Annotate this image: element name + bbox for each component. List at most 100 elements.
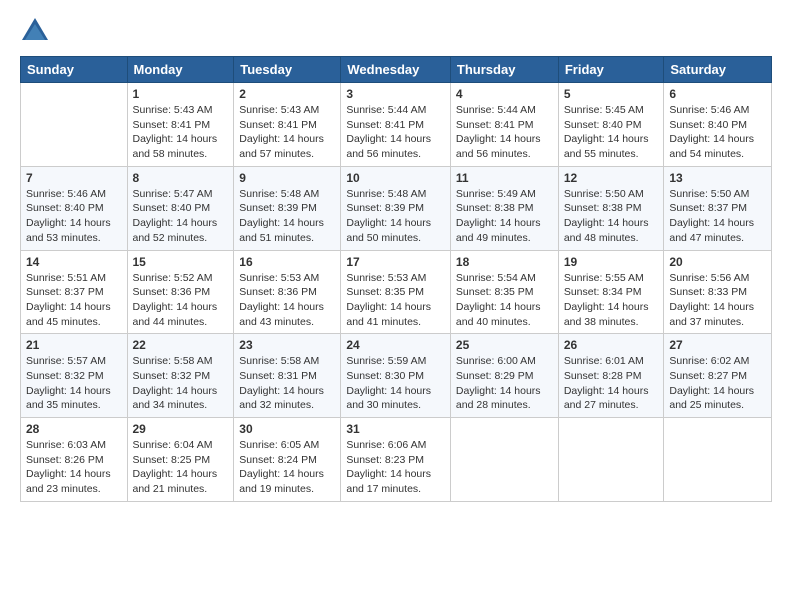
day-info: Sunrise: 5:56 AM Sunset: 8:33 PM Dayligh… [669, 271, 766, 330]
day-info: Sunrise: 6:02 AM Sunset: 8:27 PM Dayligh… [669, 354, 766, 413]
day-info: Sunrise: 5:46 AM Sunset: 8:40 PM Dayligh… [26, 187, 122, 246]
day-info: Sunrise: 5:58 AM Sunset: 8:32 PM Dayligh… [133, 354, 229, 413]
calendar-cell: 24 Sunrise: 5:59 AM Sunset: 8:30 PM Dayli… [341, 334, 451, 418]
day-info: Sunrise: 5:57 AM Sunset: 8:32 PM Dayligh… [26, 354, 122, 413]
day-number: 20 [669, 255, 766, 269]
calendar-cell: 21 Sunrise: 5:57 AM Sunset: 8:32 PM Dayli… [21, 334, 128, 418]
day-number: 26 [564, 338, 659, 352]
day-info: Sunrise: 5:53 AM Sunset: 8:35 PM Dayligh… [346, 271, 445, 330]
calendar-cell: 20 Sunrise: 5:56 AM Sunset: 8:33 PM Dayli… [664, 250, 772, 334]
day-info: Sunrise: 6:04 AM Sunset: 8:25 PM Dayligh… [133, 438, 229, 497]
day-info: Sunrise: 5:48 AM Sunset: 8:39 PM Dayligh… [239, 187, 335, 246]
day-number: 22 [133, 338, 229, 352]
calendar-cell: 26Sunrise: 6:01 AM Sunset: 8:28 PM Dayli… [558, 334, 664, 418]
calendar-cell: 16Sunrise: 5:53 AM Sunset: 8:36 PM Dayli… [234, 250, 341, 334]
calendar-cell [21, 83, 128, 167]
calendar-week-row: 7 Sunrise: 5:46 AM Sunset: 8:40 PM Daylig… [21, 166, 772, 250]
calendar-cell: 25Sunrise: 6:00 AM Sunset: 8:29 PM Dayli… [450, 334, 558, 418]
calendar-week-row: 21 Sunrise: 5:57 AM Sunset: 8:32 PM Dayli… [21, 334, 772, 418]
day-info: Sunrise: 5:47 AM Sunset: 8:40 PM Dayligh… [133, 187, 229, 246]
day-number: 29 [133, 422, 229, 436]
day-number: 27 [669, 338, 766, 352]
day-number: 16 [239, 255, 335, 269]
day-info: Sunrise: 5:46 AM Sunset: 8:40 PM Dayligh… [669, 103, 766, 162]
calendar-cell: 1 Sunrise: 5:43 AM Sunset: 8:41 PM Daylig… [127, 83, 234, 167]
calendar-cell: 15 Sunrise: 5:52 AM Sunset: 8:36 PM Dayli… [127, 250, 234, 334]
calendar-cell: 22 Sunrise: 5:58 AM Sunset: 8:32 PM Dayli… [127, 334, 234, 418]
day-info: Sunrise: 6:03 AM Sunset: 8:26 PM Dayligh… [26, 438, 122, 497]
day-info: Sunrise: 6:06 AM Sunset: 8:23 PM Dayligh… [346, 438, 445, 497]
calendar-cell: 2 Sunrise: 5:43 AM Sunset: 8:41 PM Daylig… [234, 83, 341, 167]
day-info: Sunrise: 5:45 AM Sunset: 8:40 PM Dayligh… [564, 103, 659, 162]
header [20, 16, 772, 46]
calendar-cell: 7 Sunrise: 5:46 AM Sunset: 8:40 PM Daylig… [21, 166, 128, 250]
calendar-cell: 11Sunrise: 5:49 AM Sunset: 8:38 PM Dayli… [450, 166, 558, 250]
day-info: Sunrise: 5:43 AM Sunset: 8:41 PM Dayligh… [239, 103, 335, 162]
day-number: 1 [133, 87, 229, 101]
day-info: Sunrise: 5:58 AM Sunset: 8:31 PM Dayligh… [239, 354, 335, 413]
day-number: 23 [239, 338, 335, 352]
calendar-cell: 12Sunrise: 5:50 AM Sunset: 8:38 PM Dayli… [558, 166, 664, 250]
day-number: 18 [456, 255, 553, 269]
calendar-cell: 3 Sunrise: 5:44 AM Sunset: 8:41 PM Daylig… [341, 83, 451, 167]
calendar-cell: 27 Sunrise: 6:02 AM Sunset: 8:27 PM Dayli… [664, 334, 772, 418]
calendar-week-row: 14 Sunrise: 5:51 AM Sunset: 8:37 PM Dayli… [21, 250, 772, 334]
calendar-cell: 4 Sunrise: 5:44 AM Sunset: 8:41 PM Daylig… [450, 83, 558, 167]
day-number: 5 [564, 87, 659, 101]
calendar-cell: 23 Sunrise: 5:58 AM Sunset: 8:31 PM Dayli… [234, 334, 341, 418]
day-number: 6 [669, 87, 766, 101]
day-number: 17 [346, 255, 445, 269]
day-info: Sunrise: 5:50 AM Sunset: 8:37 PM Dayligh… [669, 187, 766, 246]
day-info: Sunrise: 5:49 AM Sunset: 8:38 PM Dayligh… [456, 187, 553, 246]
calendar-header-tuesday: Tuesday [234, 57, 341, 83]
day-number: 13 [669, 171, 766, 185]
calendar-cell: 5 Sunrise: 5:45 AM Sunset: 8:40 PM Daylig… [558, 83, 664, 167]
day-number: 9 [239, 171, 335, 185]
calendar-week-row: 1 Sunrise: 5:43 AM Sunset: 8:41 PM Daylig… [21, 83, 772, 167]
day-info: Sunrise: 5:44 AM Sunset: 8:41 PM Dayligh… [456, 103, 553, 162]
calendar-cell: 9 Sunrise: 5:48 AM Sunset: 8:39 PM Daylig… [234, 166, 341, 250]
calendar-cell: 28Sunrise: 6:03 AM Sunset: 8:26 PM Dayli… [21, 418, 128, 502]
calendar-header-sunday: Sunday [21, 57, 128, 83]
calendar-cell: 13 Sunrise: 5:50 AM Sunset: 8:37 PM Dayli… [664, 166, 772, 250]
calendar-cell: 31 Sunrise: 6:06 AM Sunset: 8:23 PM Dayli… [341, 418, 451, 502]
day-number: 31 [346, 422, 445, 436]
calendar-header-friday: Friday [558, 57, 664, 83]
calendar-cell [450, 418, 558, 502]
day-number: 15 [133, 255, 229, 269]
calendar-cell: 14 Sunrise: 5:51 AM Sunset: 8:37 PM Dayli… [21, 250, 128, 334]
calendar-header-saturday: Saturday [664, 57, 772, 83]
logo-icon [20, 16, 50, 46]
day-info: Sunrise: 5:52 AM Sunset: 8:36 PM Dayligh… [133, 271, 229, 330]
day-number: 24 [346, 338, 445, 352]
calendar-header-thursday: Thursday [450, 57, 558, 83]
day-info: Sunrise: 6:05 AM Sunset: 8:24 PM Dayligh… [239, 438, 335, 497]
logo [20, 16, 54, 46]
day-number: 25 [456, 338, 553, 352]
calendar-table: SundayMondayTuesdayWednesdayThursdayFrid… [20, 56, 772, 502]
day-number: 12 [564, 171, 659, 185]
day-number: 14 [26, 255, 122, 269]
calendar-cell: 8Sunrise: 5:47 AM Sunset: 8:40 PM Daylig… [127, 166, 234, 250]
day-info: Sunrise: 5:48 AM Sunset: 8:39 PM Dayligh… [346, 187, 445, 246]
day-info: Sunrise: 5:59 AM Sunset: 8:30 PM Dayligh… [346, 354, 445, 413]
calendar-cell: 6 Sunrise: 5:46 AM Sunset: 8:40 PM Daylig… [664, 83, 772, 167]
day-info: Sunrise: 5:44 AM Sunset: 8:41 PM Dayligh… [346, 103, 445, 162]
calendar-cell: 18Sunrise: 5:54 AM Sunset: 8:35 PM Dayli… [450, 250, 558, 334]
day-number: 21 [26, 338, 122, 352]
day-number: 19 [564, 255, 659, 269]
calendar-cell [558, 418, 664, 502]
day-number: 7 [26, 171, 122, 185]
day-number: 3 [346, 87, 445, 101]
calendar-header-monday: Monday [127, 57, 234, 83]
calendar-cell [664, 418, 772, 502]
day-number: 4 [456, 87, 553, 101]
calendar-cell: 19Sunrise: 5:55 AM Sunset: 8:34 PM Dayli… [558, 250, 664, 334]
calendar-cell: 29 Sunrise: 6:04 AM Sunset: 8:25 PM Dayli… [127, 418, 234, 502]
day-number: 2 [239, 87, 335, 101]
day-info: Sunrise: 5:43 AM Sunset: 8:41 PM Dayligh… [133, 103, 229, 162]
day-number: 10 [346, 171, 445, 185]
page: SundayMondayTuesdayWednesdayThursdayFrid… [0, 0, 792, 612]
calendar-week-row: 28Sunrise: 6:03 AM Sunset: 8:26 PM Dayli… [21, 418, 772, 502]
day-info: Sunrise: 5:51 AM Sunset: 8:37 PM Dayligh… [26, 271, 122, 330]
